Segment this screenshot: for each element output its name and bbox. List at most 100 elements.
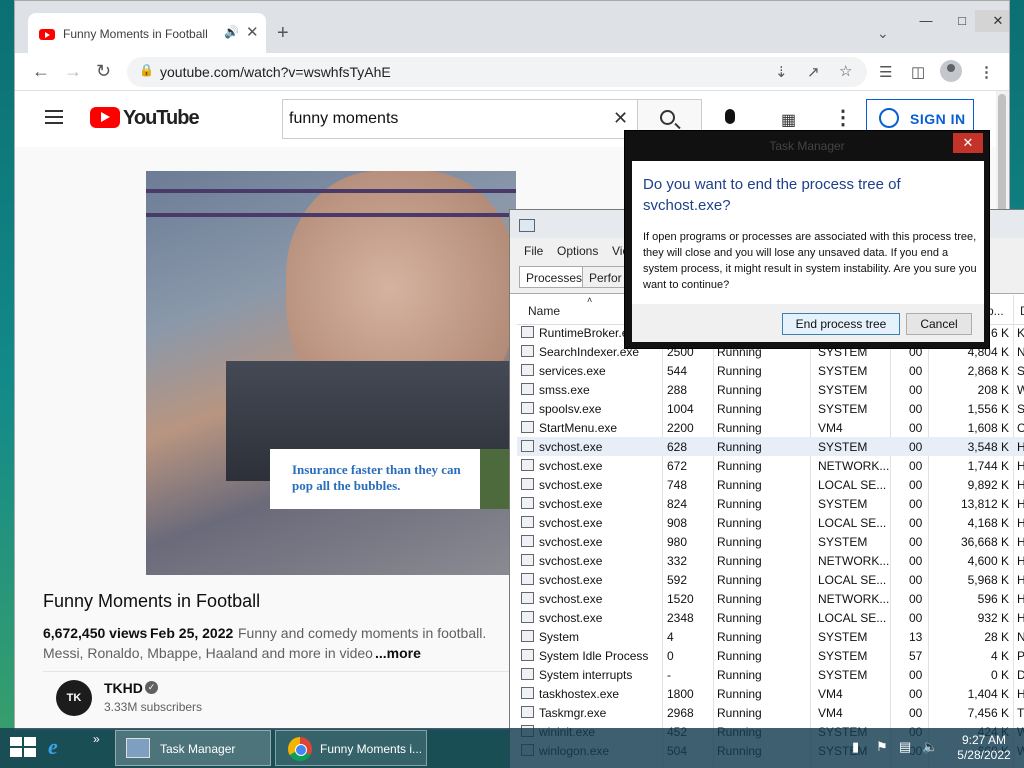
process-pid: 1520 <box>667 592 694 606</box>
menu-file[interactable]: File <box>524 244 543 258</box>
process-cpu: 13 <box>909 630 923 644</box>
process-pid: 980 <box>667 535 688 549</box>
dialog-title: Task Manager <box>769 139 845 153</box>
end-process-tree-button[interactable]: End process tree <box>782 313 900 335</box>
close-tab-icon[interactable]: ✕ <box>246 23 259 41</box>
volume-muted-icon[interactable]: 🔈 <box>922 739 938 754</box>
windows-start-icon[interactable] <box>10 737 38 759</box>
column-description[interactable]: D <box>1020 304 1024 318</box>
process-user: SYSTEM <box>818 668 868 682</box>
action-center-flag-icon[interactable]: ⚑ <box>876 739 890 754</box>
table-row[interactable]: System 4 Running SYSTEM 13 28 K N <box>517 627 1024 646</box>
process-memory: 4,168 K <box>967 516 1009 530</box>
browser-tab[interactable]: Funny Moments in Football 🔊 ✕ <box>28 13 266 53</box>
process-description: H <box>1017 516 1024 530</box>
cancel-button[interactable]: Cancel <box>906 313 972 335</box>
forward-icon[interactable]: → <box>64 61 82 82</box>
youtube-logo-icon[interactable] <box>90 107 120 128</box>
tab-processes[interactable]: Processes <box>519 266 590 288</box>
table-row[interactable]: svchost.exe 1520 Running NETWORK... 00 596 K H <box>517 589 1024 608</box>
process-name: smss.exe <box>539 383 590 397</box>
process-icon <box>521 592 534 604</box>
process-cpu: 00 <box>909 516 923 530</box>
menu-options[interactable]: Options <box>557 244 598 258</box>
url-text[interactable]: youtube.com/watch?v=wswhfsTyAhE <box>160 64 391 80</box>
new-tab-icon[interactable]: + <box>277 23 289 43</box>
table-row[interactable]: System interrupts - Running SYSTEM 00 0 K D <box>517 665 1024 684</box>
table-row[interactable]: System Idle Process 0 Running SYSTEM 57 4 K P <box>517 646 1024 665</box>
table-row[interactable]: svchost.exe 980 Running SYSTEM 00 36,668 K H <box>517 532 1024 551</box>
process-memory: 13,812 K <box>960 497 1009 511</box>
table-row[interactable]: svchost.exe 672 Running NETWORK... 00 1,744 K… <box>517 456 1024 475</box>
table-row[interactable]: spoolsv.exe 1004 Running SYSTEM 00 1,556 K S <box>517 399 1024 418</box>
install-icon[interactable]: ⇣ <box>775 63 788 81</box>
process-status: Running <box>717 592 762 606</box>
close-window-icon[interactable]: ✕ <box>975 10 1009 32</box>
settings-kebab-icon[interactable]: ⋮ <box>833 105 853 130</box>
table-row[interactable]: smss.exe 288 Running SYSTEM 00 208 K W <box>517 380 1024 399</box>
quicklaunch-chevron-icon[interactable]: » <box>93 732 100 746</box>
table-row[interactable]: svchost.exe 2348 Running LOCAL SE... 00 932 K… <box>517 608 1024 627</box>
speaker-icon[interactable]: 🔊 <box>224 25 239 39</box>
search-box[interactable]: ✕ <box>282 99 638 139</box>
table-row[interactable]: Taskmgr.exe 2968 Running VM4 00 7,456 K T <box>517 703 1024 722</box>
video-ad-overlay[interactable]: Insurance faster than they can pop all t… <box>270 449 516 509</box>
process-memory: 9,892 K <box>967 478 1009 492</box>
table-row[interactable]: svchost.exe 748 Running LOCAL SE... 00 9,892 … <box>517 475 1024 494</box>
side-panel-icon[interactable]: ◫ <box>911 63 925 81</box>
process-pid: 1800 <box>667 687 694 701</box>
dialog-message: If open programs or processes are associ… <box>643 231 977 291</box>
process-pid: 672 <box>667 459 688 473</box>
table-row[interactable]: svchost.exe 908 Running LOCAL SE... 00 4,168 … <box>517 513 1024 532</box>
process-pid: 908 <box>667 516 688 530</box>
system-clock[interactable]: 9:27 AM 5/28/2022 <box>954 733 1014 763</box>
tab-search-chevron-icon[interactable]: ⌄ <box>877 25 889 42</box>
table-row[interactable]: svchost.exe 628 Running SYSTEM 00 3,548 K H <box>517 437 1024 456</box>
process-status: Running <box>717 440 762 454</box>
clock-date: 5/28/2022 <box>957 748 1011 762</box>
bookmark-star-icon[interactable]: ☆ <box>839 62 852 80</box>
dialog-close-icon[interactable]: ✕ <box>953 133 983 153</box>
back-icon[interactable]: ← <box>32 61 50 82</box>
process-pid: 748 <box>667 478 688 492</box>
video-player[interactable]: Insurance faster than they can pop all t… <box>146 171 516 575</box>
process-memory: 3,548 K <box>967 440 1009 454</box>
lock-icon[interactable]: 🔒 <box>139 63 154 77</box>
apps-grid-icon[interactable]: ▦ <box>781 110 797 130</box>
table-row[interactable]: taskhostex.exe 1800 Running VM4 00 1,404 K H <box>517 684 1024 703</box>
process-status: Running <box>717 706 762 720</box>
network-icon[interactable]: ▤ <box>899 739 913 754</box>
table-row[interactable]: StartMenu.exe 2200 Running VM4 00 1,608 K C <box>517 418 1024 437</box>
taskbar-task-manager[interactable]: Task Manager <box>115 730 271 766</box>
show-more-link[interactable]: ...more <box>375 645 421 661</box>
hamburger-menu-icon[interactable] <box>45 110 63 124</box>
media-control-icon[interactable]: ☰ <box>879 63 892 81</box>
clear-search-icon[interactable]: ✕ <box>613 108 628 129</box>
internet-explorer-icon[interactable]: e <box>48 734 58 760</box>
menu-kebab-icon[interactable]: ⋮ <box>979 63 994 81</box>
process-icon <box>521 497 534 509</box>
share-icon[interactable]: ↗ <box>807 63 820 81</box>
process-name: System Idle Process <box>539 649 649 663</box>
table-row[interactable]: services.exe 544 Running SYSTEM 00 2,868 K S <box>517 361 1024 380</box>
address-bar[interactable]: 🔒 youtube.com/watch?v=wswhfsTyAhE ⇣ ↗ ☆ <box>127 57 867 87</box>
table-row[interactable]: svchost.exe 332 Running NETWORK... 00 4,600 K… <box>517 551 1024 570</box>
process-name: taskhostex.exe <box>539 687 620 701</box>
channel-name[interactable]: TKHD <box>104 680 143 696</box>
channel-avatar[interactable]: TK <box>56 680 92 716</box>
table-row[interactable]: svchost.exe 592 Running LOCAL SE... 00 5,968 … <box>517 570 1024 589</box>
microphone-icon[interactable] <box>725 109 735 124</box>
reload-icon[interactable]: ↻ <box>96 61 111 82</box>
taskbar-chrome[interactable]: Funny Moments i... <box>275 730 427 766</box>
tray-pinned-icon[interactable]: ▮ <box>852 739 866 754</box>
video-frame-rope <box>146 213 516 217</box>
search-icon <box>660 110 675 125</box>
column-name[interactable]: Name <box>528 304 560 318</box>
process-cpu: 00 <box>909 421 923 435</box>
youtube-wordmark[interactable]: YouTube <box>123 107 200 130</box>
tab-performance[interactable]: Perfor <box>582 266 629 288</box>
profile-avatar-icon[interactable] <box>940 60 962 82</box>
search-input[interactable] <box>289 106 609 132</box>
table-row[interactable]: svchost.exe 824 Running SYSTEM 00 13,812 K H <box>517 494 1024 513</box>
process-memory: 0 K <box>990 668 1009 682</box>
